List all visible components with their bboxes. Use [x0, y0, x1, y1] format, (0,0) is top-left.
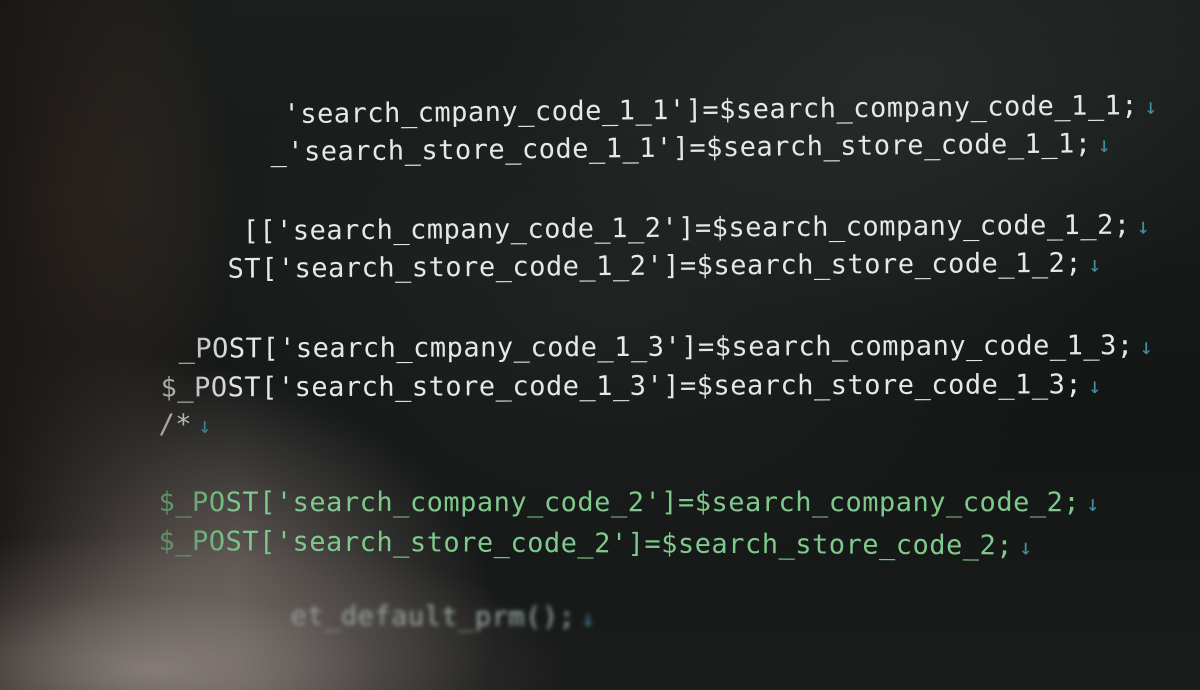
code-line-6: $_POST['search_store_code_1_3']=$search_…: [60, 338, 1102, 435]
newline-arrow-icon: ↓: [1097, 133, 1112, 159]
newline-arrow-icon: ↓: [1018, 535, 1033, 561]
code-line-2-text: _'search_store_code_1_1']=$search_store_…: [270, 128, 1092, 168]
newline-arrow-icon: ↓: [1139, 335, 1154, 361]
newline-arrow-icon: ↓: [1088, 374, 1102, 400]
code-line-6-text: $_POST['search_store_code_1_3']=$search_…: [160, 369, 1083, 404]
newline-arrow-icon: ↓: [1136, 214, 1151, 240]
code-line-7-text: /*: [158, 409, 193, 440]
code-line-10-text: et_default_prm();: [290, 600, 576, 633]
newline-arrow-icon: ↓: [198, 414, 212, 439]
newline-arrow-icon: ↓: [1086, 492, 1100, 517]
code-photo: 'search_cmpany_code_1_1']=$search_compan…: [0, 0, 1200, 690]
code-line-4-text: ST['search_store_code_1_2']=$search_stor…: [227, 247, 1083, 285]
code-line-9-text: $_POST['search_store_code_2']=$search_st…: [158, 525, 1014, 562]
newline-arrow-icon: ↓: [1087, 252, 1102, 278]
newline-arrow-icon: ↓: [581, 606, 596, 633]
newline-arrow-icon: ↓: [1143, 94, 1158, 121]
code-line-10: et_default_prm(); ↓: [190, 569, 596, 664]
code-editor-view: 'search_cmpany_code_1_1']=$search_compan…: [0, 0, 1200, 690]
